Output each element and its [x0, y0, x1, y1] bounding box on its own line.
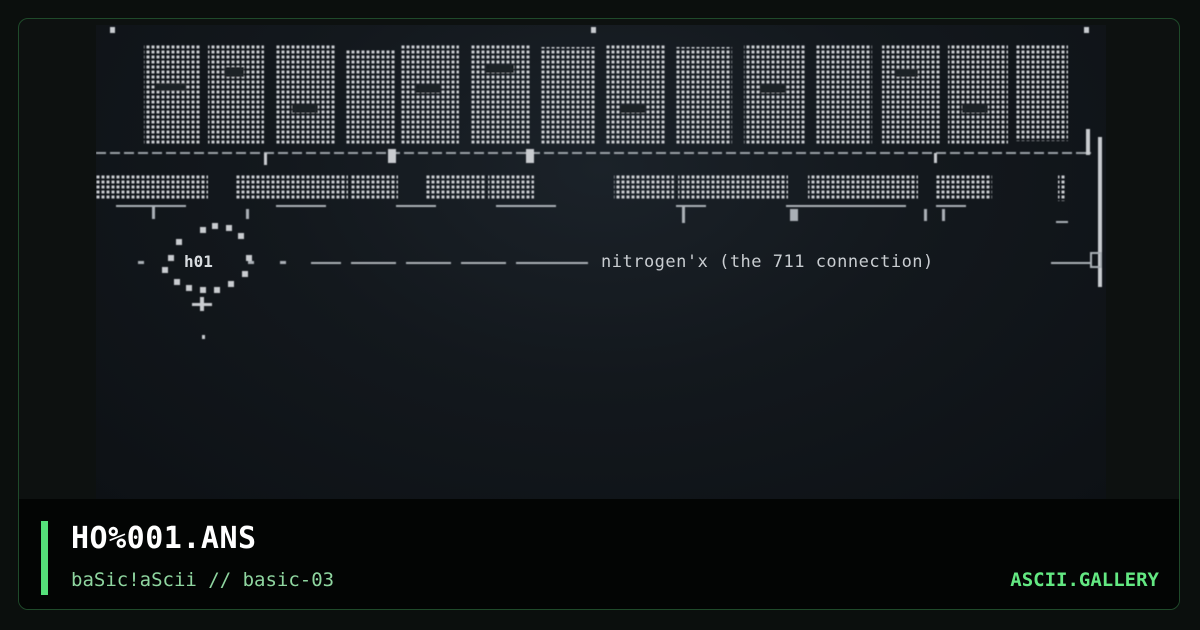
- logo-block-row: [144, 45, 1068, 145]
- artwork-tag: h01: [184, 252, 213, 271]
- logo-lower-row: [96, 175, 1066, 201]
- circle-emblem: [162, 223, 252, 339]
- accent-bar: [41, 521, 48, 595]
- pack-subtitle: baSic!aScii // basic-03: [71, 569, 335, 591]
- artwork-caption: nitrogen'x (the 711 connection): [601, 252, 934, 272]
- footer-bar: HO%001.ANS baSic!aScii // basic-03 ASCII…: [19, 499, 1179, 609]
- ansi-artwork: h01 nitrogen'x (the 711 connection): [96, 25, 1106, 501]
- file-title: HO%001.ANS: [71, 521, 257, 556]
- card-frame: h01 nitrogen'x (the 711 connection) HO%0…: [18, 18, 1180, 610]
- brand-link[interactable]: ASCII.GALLERY: [1010, 569, 1159, 591]
